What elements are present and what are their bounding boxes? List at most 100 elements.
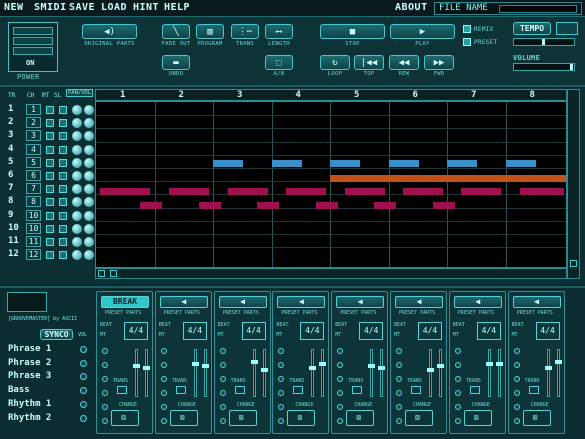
phrase-toggle[interactable] [219, 390, 226, 396]
track-channel-field[interactable]: 10 [26, 209, 41, 221]
phrase-toggle[interactable] [396, 418, 402, 424]
note-block[interactable] [461, 188, 501, 195]
volume-slider[interactable] [513, 63, 575, 71]
note-block[interactable] [432, 202, 455, 209]
part-fader[interactable] [191, 349, 199, 397]
phrase-toggle[interactable] [337, 404, 344, 410]
phrase-toggle[interactable] [454, 376, 461, 382]
fader-thumb[interactable] [378, 366, 386, 370]
note-block[interactable] [374, 202, 396, 209]
solo-toggle[interactable] [59, 224, 67, 233]
beat-meter-field[interactable]: 4/4 [535, 322, 560, 340]
part-fader[interactable] [378, 349, 386, 397]
track-channel-field[interactable]: 2 [26, 117, 41, 129]
ab-button[interactable]: ⬚ [265, 55, 293, 70]
trans-field[interactable] [469, 386, 480, 394]
track-channel-field[interactable]: 10 [26, 222, 41, 234]
track-channel-field[interactable]: 3 [26, 130, 41, 142]
fwd-button[interactable]: ▶▶ [424, 55, 454, 70]
part-fader[interactable] [554, 349, 562, 397]
change-button[interactable]: ⊠ [405, 410, 433, 426]
track-channel-field[interactable]: 7 [26, 183, 41, 195]
phrase-toggle[interactable] [396, 348, 402, 354]
note-block[interactable] [228, 188, 268, 195]
note-block[interactable] [330, 175, 566, 182]
fader-thumb[interactable] [544, 366, 552, 370]
solo-toggle[interactable] [59, 145, 67, 154]
measure-ruler[interactable]: 1 2 3 4 5 6 7 8 [95, 89, 567, 101]
part-fader[interactable] [143, 349, 150, 397]
pan-knob[interactable] [72, 118, 82, 129]
phrase-toggle[interactable] [102, 418, 108, 424]
menu-hint[interactable]: HINT [133, 2, 159, 13]
mute-toggle[interactable] [46, 185, 54, 194]
mute-toggle[interactable] [46, 224, 54, 233]
change-button[interactable]: ⊠ [228, 410, 257, 426]
file-name-field[interactable]: FILE NAME [434, 2, 582, 15]
length-button[interactable]: ⟷ [265, 24, 293, 39]
phrase-toggle[interactable] [513, 376, 520, 382]
note-block[interactable] [447, 160, 477, 167]
note-block[interactable] [403, 188, 443, 195]
preset-checkbox[interactable] [463, 38, 471, 46]
part-select-button[interactable]: ◀ [277, 296, 326, 308]
track-channel-field[interactable]: 6 [26, 170, 41, 181]
phrase-toggle[interactable] [160, 404, 167, 410]
trans-field[interactable] [528, 386, 539, 394]
volume-knob[interactable] [84, 223, 94, 234]
note-block[interactable] [286, 188, 326, 195]
pan-knob[interactable] [72, 157, 82, 168]
trans-field[interactable] [411, 386, 421, 394]
fader-thumb[interactable] [260, 368, 268, 372]
tempo-button[interactable]: TEMPO [513, 22, 551, 35]
beat-meter-field[interactable]: 4/4 [124, 322, 148, 340]
phrase-toggle[interactable] [337, 348, 344, 354]
volume-knob[interactable] [84, 171, 94, 181]
part-fader[interactable] [437, 349, 444, 397]
phrase-toggle[interactable] [160, 376, 167, 382]
pan-knob[interactable] [72, 105, 82, 115]
mute-toggle[interactable] [46, 251, 54, 260]
mute-toggle[interactable] [46, 145, 54, 154]
beat-meter-field[interactable]: 4/4 [241, 322, 266, 340]
phrase-toggle[interactable] [396, 376, 402, 382]
note-block[interactable] [169, 188, 209, 195]
fader-thumb[interactable] [191, 362, 199, 366]
break-button[interactable]: BREAK [101, 296, 149, 308]
fader-thumb[interactable] [143, 366, 150, 370]
vertical-scrollbar[interactable] [567, 89, 580, 279]
pan-knob[interactable] [72, 250, 82, 261]
fader-thumb[interactable] [485, 362, 493, 366]
trans-field[interactable] [352, 386, 363, 394]
menu-load[interactable]: LOAD [101, 2, 127, 13]
note-block[interactable] [271, 160, 302, 167]
part-fader[interactable] [495, 349, 503, 397]
phrase-toggle[interactable] [278, 404, 285, 410]
part-fader[interactable] [319, 349, 327, 397]
phrase-toggle[interactable] [102, 404, 108, 410]
fader-thumb[interactable] [427, 368, 434, 372]
solo-toggle[interactable] [59, 158, 67, 167]
volume-knob[interactable] [84, 105, 94, 115]
change-button[interactable]: ⊠ [287, 410, 316, 426]
top-button[interactable]: |◀◀ [354, 55, 384, 70]
mute-toggle[interactable] [46, 158, 54, 167]
tempo-mode-button[interactable] [556, 22, 578, 35]
phrase-toggle[interactable] [102, 390, 108, 396]
solo-toggle[interactable] [59, 132, 67, 141]
undo-button[interactable]: ▬ [162, 55, 190, 70]
note-block[interactable] [505, 160, 536, 167]
col-header-panvol[interactable]: PAN/VOL [66, 89, 94, 97]
fader-thumb[interactable] [201, 364, 209, 368]
trans-field[interactable] [234, 386, 245, 394]
mute-toggle[interactable] [46, 172, 54, 180]
phrase-select-dot[interactable] [80, 414, 87, 422]
trans-field[interactable] [175, 386, 186, 394]
note-block[interactable] [257, 202, 279, 209]
mute-toggle[interactable] [46, 238, 54, 246]
beat-meter-field[interactable]: 4/4 [418, 322, 442, 340]
track-channel-field[interactable]: 1 [26, 104, 41, 115]
phrase-toggle[interactable] [513, 390, 520, 396]
menu-about[interactable]: ABOUT [395, 2, 428, 13]
solo-toggle[interactable] [59, 198, 67, 207]
